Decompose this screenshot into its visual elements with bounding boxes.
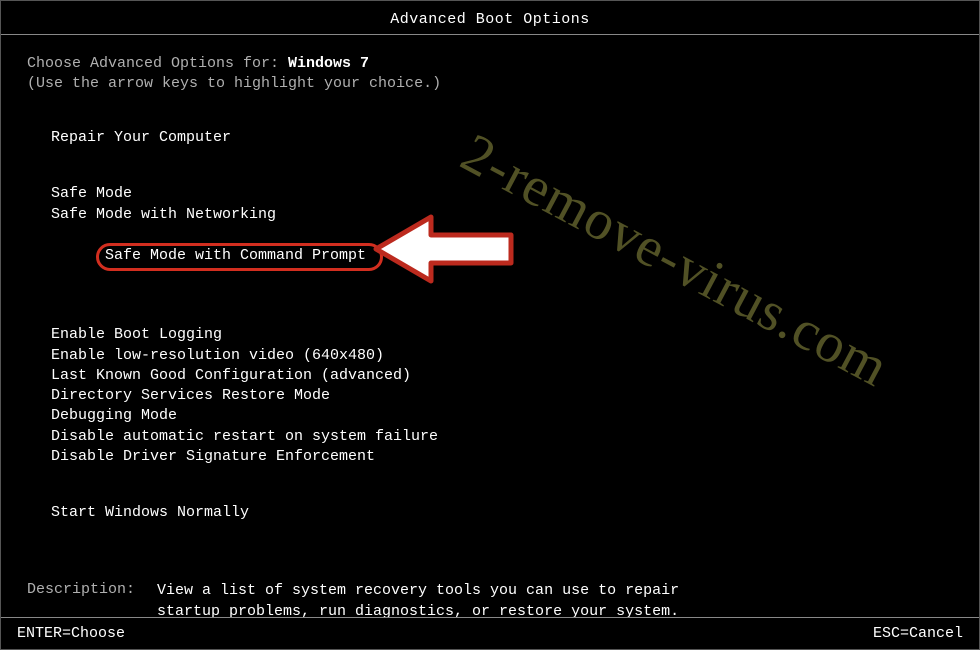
description-block: Description: View a list of system recov… [27, 581, 953, 622]
os-name: Windows 7 [288, 55, 369, 72]
highlighted-selection: Safe Mode with Command Prompt [96, 243, 383, 271]
footer-enter: ENTER=Choose [17, 625, 125, 642]
menu-item-debugging-mode[interactable]: Debugging Mode [51, 406, 953, 426]
menu-item-disable-auto-restart[interactable]: Disable automatic restart on system fail… [51, 427, 953, 447]
title-bar: Advanced Boot Options [1, 1, 979, 35]
description-label: Description: [27, 581, 157, 622]
prompt-line: Choose Advanced Options for: Windows 7 [27, 55, 953, 72]
hint-line: (Use the arrow keys to highlight your ch… [27, 75, 953, 92]
description-line1: View a list of system recovery tools you… [157, 582, 679, 599]
menu-item-boot-logging[interactable]: Enable Boot Logging [51, 325, 953, 345]
menu-item-start-normally[interactable]: Start Windows Normally [51, 503, 953, 523]
footer-bar: ENTER=Choose ESC=Cancel [1, 617, 979, 649]
window-title: Advanced Boot Options [390, 11, 590, 28]
menu-item-safe-mode[interactable]: Safe Mode [51, 184, 953, 204]
menu-item-last-known-good[interactable]: Last Known Good Configuration (advanced) [51, 366, 953, 386]
menu-item-directory-services-restore[interactable]: Directory Services Restore Mode [51, 386, 953, 406]
menu-item-repair-computer[interactable]: Repair Your Computer [51, 128, 953, 148]
menu-item-low-res-video[interactable]: Enable low-resolution video (640x480) [51, 346, 953, 366]
description-text: View a list of system recovery tools you… [157, 581, 679, 622]
menu-item-disable-driver-sig[interactable]: Disable Driver Signature Enforcement [51, 447, 953, 467]
prompt-prefix: Choose Advanced Options for: [27, 55, 288, 72]
footer-esc: ESC=Cancel [873, 625, 963, 642]
main-content: Choose Advanced Options for: Windows 7 (… [1, 35, 979, 622]
boot-menu: Repair Your Computer Safe Mode Safe Mode… [51, 128, 953, 523]
arrow-left-icon [371, 209, 521, 289]
